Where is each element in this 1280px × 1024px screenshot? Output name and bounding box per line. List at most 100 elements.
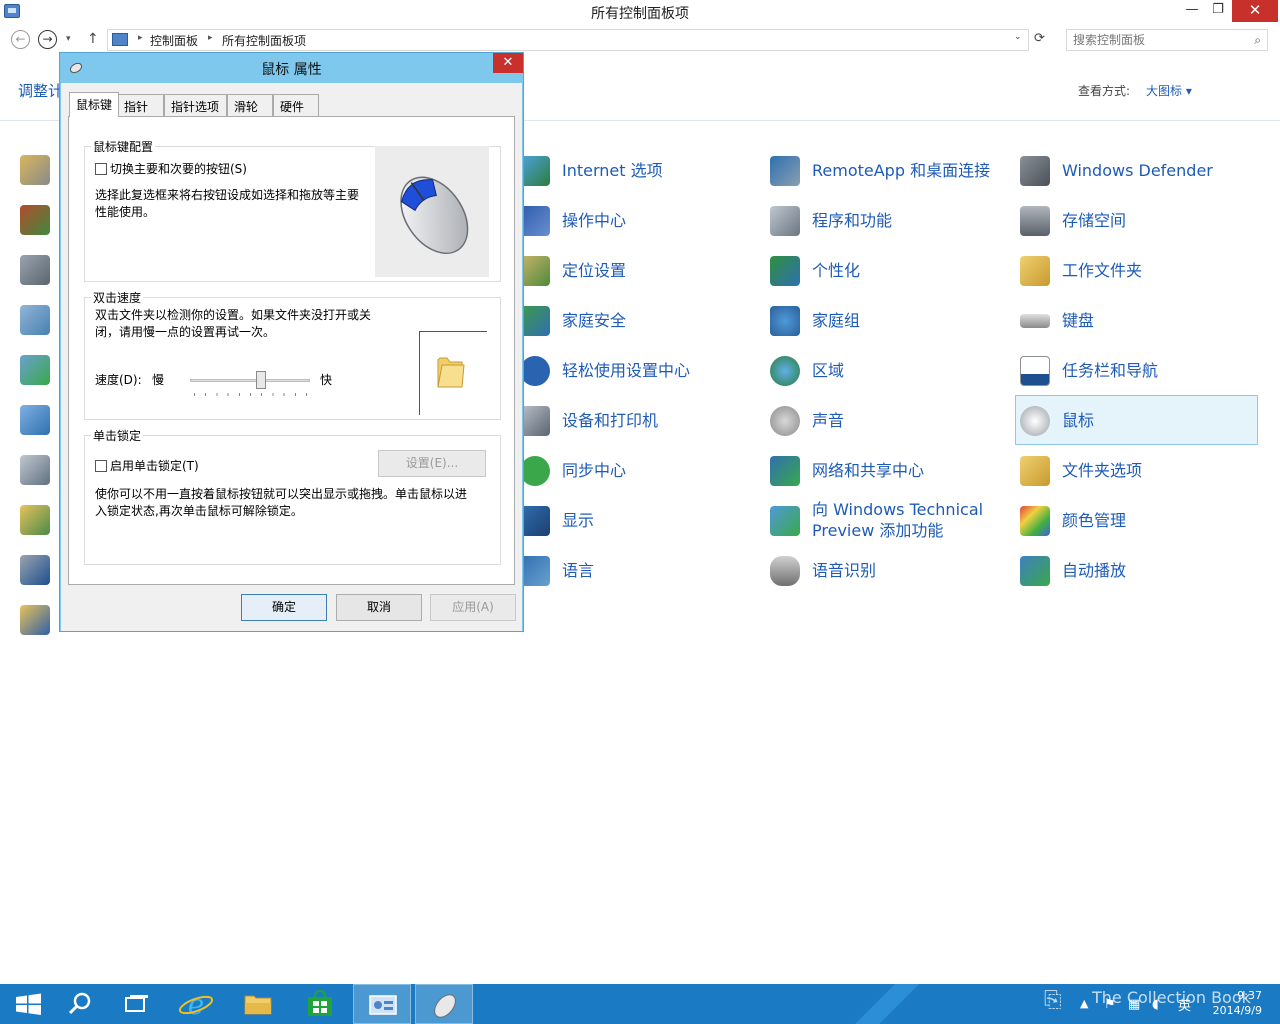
windows-logo-icon[interactable]: [0, 984, 58, 1024]
search-taskbar-button[interactable]: [51, 984, 109, 1024]
address-dropdown-icon[interactable]: ⌄: [1014, 32, 1022, 42]
system-icon[interactable]: [20, 355, 50, 385]
indexing-options-icon[interactable]: [20, 455, 50, 485]
default-programs-icon[interactable]: [20, 305, 50, 335]
search-icon[interactable]: [51, 984, 109, 1024]
slider-track[interactable]: [190, 379, 310, 382]
item-storage-spaces[interactable]: 存储空间: [1016, 196, 1256, 244]
ok-button[interactable]: 确定: [241, 594, 327, 621]
address-bar[interactable]: ▸ 控制面板 ▸ 所有控制面板项: [107, 29, 1029, 51]
test-area[interactable]: [419, 331, 487, 415]
clock[interactable]: 9:37 2014/9/9: [1206, 988, 1262, 1018]
item-personalization[interactable]: 个性化: [766, 246, 1006, 294]
recent-locations-dropdown-icon[interactable]: ▾: [66, 34, 71, 44]
device-manager-icon[interactable]: [20, 555, 50, 585]
control-panel-taskbar-button[interactable]: [353, 984, 411, 1024]
forward-button[interactable]: →: [38, 30, 57, 49]
checkbox-label[interactable]: 启用单击锁定(T): [110, 459, 199, 473]
adjust-settings-link[interactable]: 调整计: [18, 80, 63, 101]
input-method-indicator[interactable]: 英: [1178, 995, 1191, 1014]
store-button[interactable]: [291, 984, 349, 1024]
checkbox-box[interactable]: [95, 162, 107, 175]
item-sync-center[interactable]: 同步中心: [516, 446, 756, 494]
item-network-sharing[interactable]: 网络和共享中心: [766, 446, 1006, 494]
internet-explorer-icon[interactable]: e: [167, 984, 225, 1024]
view-by-dropdown[interactable]: 大图标 ▾: [1146, 82, 1192, 99]
item-speech-recognition[interactable]: 语音识别: [766, 546, 1006, 594]
store-icon[interactable]: [291, 984, 349, 1024]
search-box[interactable]: ⌕: [1066, 29, 1268, 51]
double-click-speed-slider[interactable]: [190, 370, 310, 400]
control-panel-icon[interactable]: [354, 985, 412, 1024]
checkbox-box[interactable]: [95, 459, 107, 472]
task-view-icon[interactable]: [108, 984, 166, 1024]
breadcrumb-control-panel[interactable]: 控制面板: [150, 32, 198, 49]
breadcrumb-separator-icon[interactable]: ▸: [138, 33, 143, 43]
up-button[interactable]: ↑: [87, 31, 99, 47]
cancel-button[interactable]: 取消: [336, 594, 422, 621]
item-color-management[interactable]: 颜色管理: [1016, 496, 1256, 544]
file-explorer-button[interactable]: [229, 984, 287, 1024]
mouse-properties-taskbar-button[interactable]: [415, 984, 473, 1024]
item-keyboard[interactable]: 键盘: [1016, 296, 1256, 344]
search-icon[interactable]: ⌕: [1254, 33, 1261, 48]
item-family-safety[interactable]: 家庭安全: [516, 296, 756, 344]
tab-hardware[interactable]: 硬件: [273, 94, 319, 116]
apply-button[interactable]: 应用(A): [430, 594, 516, 621]
item-devices-printers[interactable]: 设备和打印机: [516, 396, 756, 444]
item-mouse[interactable]: 鼠标: [1015, 395, 1258, 445]
item-display[interactable]: 显示: [516, 496, 756, 544]
refresh-icon[interactable]: ⟳: [1034, 31, 1045, 46]
item-add-features[interactable]: 向 Windows Technical Preview 添加功能: [766, 496, 1006, 544]
item-autoplay[interactable]: 自动播放: [1016, 546, 1256, 594]
show-hidden-icons-button[interactable]: ▲: [1080, 997, 1088, 1010]
tab-pointers[interactable]: 指针: [117, 94, 164, 116]
phone-modem-icon[interactable]: [20, 255, 50, 285]
breadcrumb-all-items[interactable]: 所有控制面板项: [222, 32, 306, 49]
item-language[interactable]: 语言: [516, 546, 756, 594]
item-remoteapp[interactable]: RemoteApp 和桌面连接: [766, 146, 1006, 194]
item-sound[interactable]: 声音: [766, 396, 1006, 444]
dialog-close-button[interactable]: ✕: [493, 53, 523, 73]
item-region[interactable]: 区域: [766, 346, 1006, 394]
tab-buttons[interactable]: 鼠标键: [69, 92, 120, 117]
start-button[interactable]: [0, 984, 58, 1024]
item-folder-options[interactable]: 文件夹选项: [1016, 446, 1256, 494]
minimize-button[interactable]: —: [1180, 0, 1204, 22]
item-location-settings[interactable]: 定位设置: [516, 246, 756, 294]
search-input[interactable]: [1073, 33, 1243, 47]
folder-icon[interactable]: [229, 984, 287, 1024]
firewall-icon[interactable]: [20, 205, 50, 235]
task-view-button[interactable]: [108, 984, 166, 1024]
dialog-title-bar[interactable]: 鼠标 属性 ✕: [60, 53, 523, 83]
item-ease-of-access[interactable]: 轻松使用设置中心: [516, 346, 756, 394]
internet-explorer-button[interactable]: e: [167, 984, 225, 1024]
breadcrumb-separator-icon[interactable]: ▸: [208, 33, 213, 43]
item-taskbar-navigation[interactable]: 任务栏和导航: [1016, 346, 1256, 394]
date-time-icon[interactable]: [20, 405, 50, 435]
slider-thumb[interactable]: [256, 371, 266, 389]
item-windows-defender[interactable]: Windows Defender: [1016, 146, 1256, 194]
back-button[interactable]: ←: [11, 30, 30, 49]
test-folder-icon[interactable]: [420, 332, 488, 416]
item-programs-features[interactable]: 程序和功能: [766, 196, 1006, 244]
tab-pointer-options[interactable]: 指针选项: [164, 94, 227, 116]
action-center-flag-icon[interactable]: ⚑: [1104, 997, 1116, 1012]
swap-buttons-checkbox[interactable]: 切换主要和次要的按钮(S): [95, 160, 247, 177]
tab-wheel[interactable]: 滑轮: [227, 94, 273, 116]
item-homegroup[interactable]: 家庭组: [766, 296, 1006, 344]
maximize-button[interactable]: ❐: [1206, 0, 1230, 22]
item-internet-options[interactable]: Internet 选项: [516, 146, 756, 194]
recovery-icon[interactable]: [20, 505, 50, 535]
enable-click-lock-checkbox[interactable]: 启用单击锁定(T): [95, 457, 199, 474]
item-work-folders[interactable]: 工作文件夹: [1016, 246, 1256, 294]
fonts-icon[interactable]: [20, 605, 50, 635]
checkbox-label[interactable]: 切换主要和次要的按钮(S): [110, 162, 247, 176]
close-button[interactable]: ✕: [1232, 0, 1278, 22]
item-action-center[interactable]: 操作中心: [516, 196, 756, 244]
network-icon[interactable]: ▦: [1128, 997, 1140, 1012]
admin-tools-icon[interactable]: [20, 155, 50, 185]
click-lock-settings-button[interactable]: 设置(E)...: [378, 450, 486, 477]
volume-icon[interactable]: ◖: [1152, 997, 1159, 1012]
mouse-icon[interactable]: [416, 985, 474, 1024]
